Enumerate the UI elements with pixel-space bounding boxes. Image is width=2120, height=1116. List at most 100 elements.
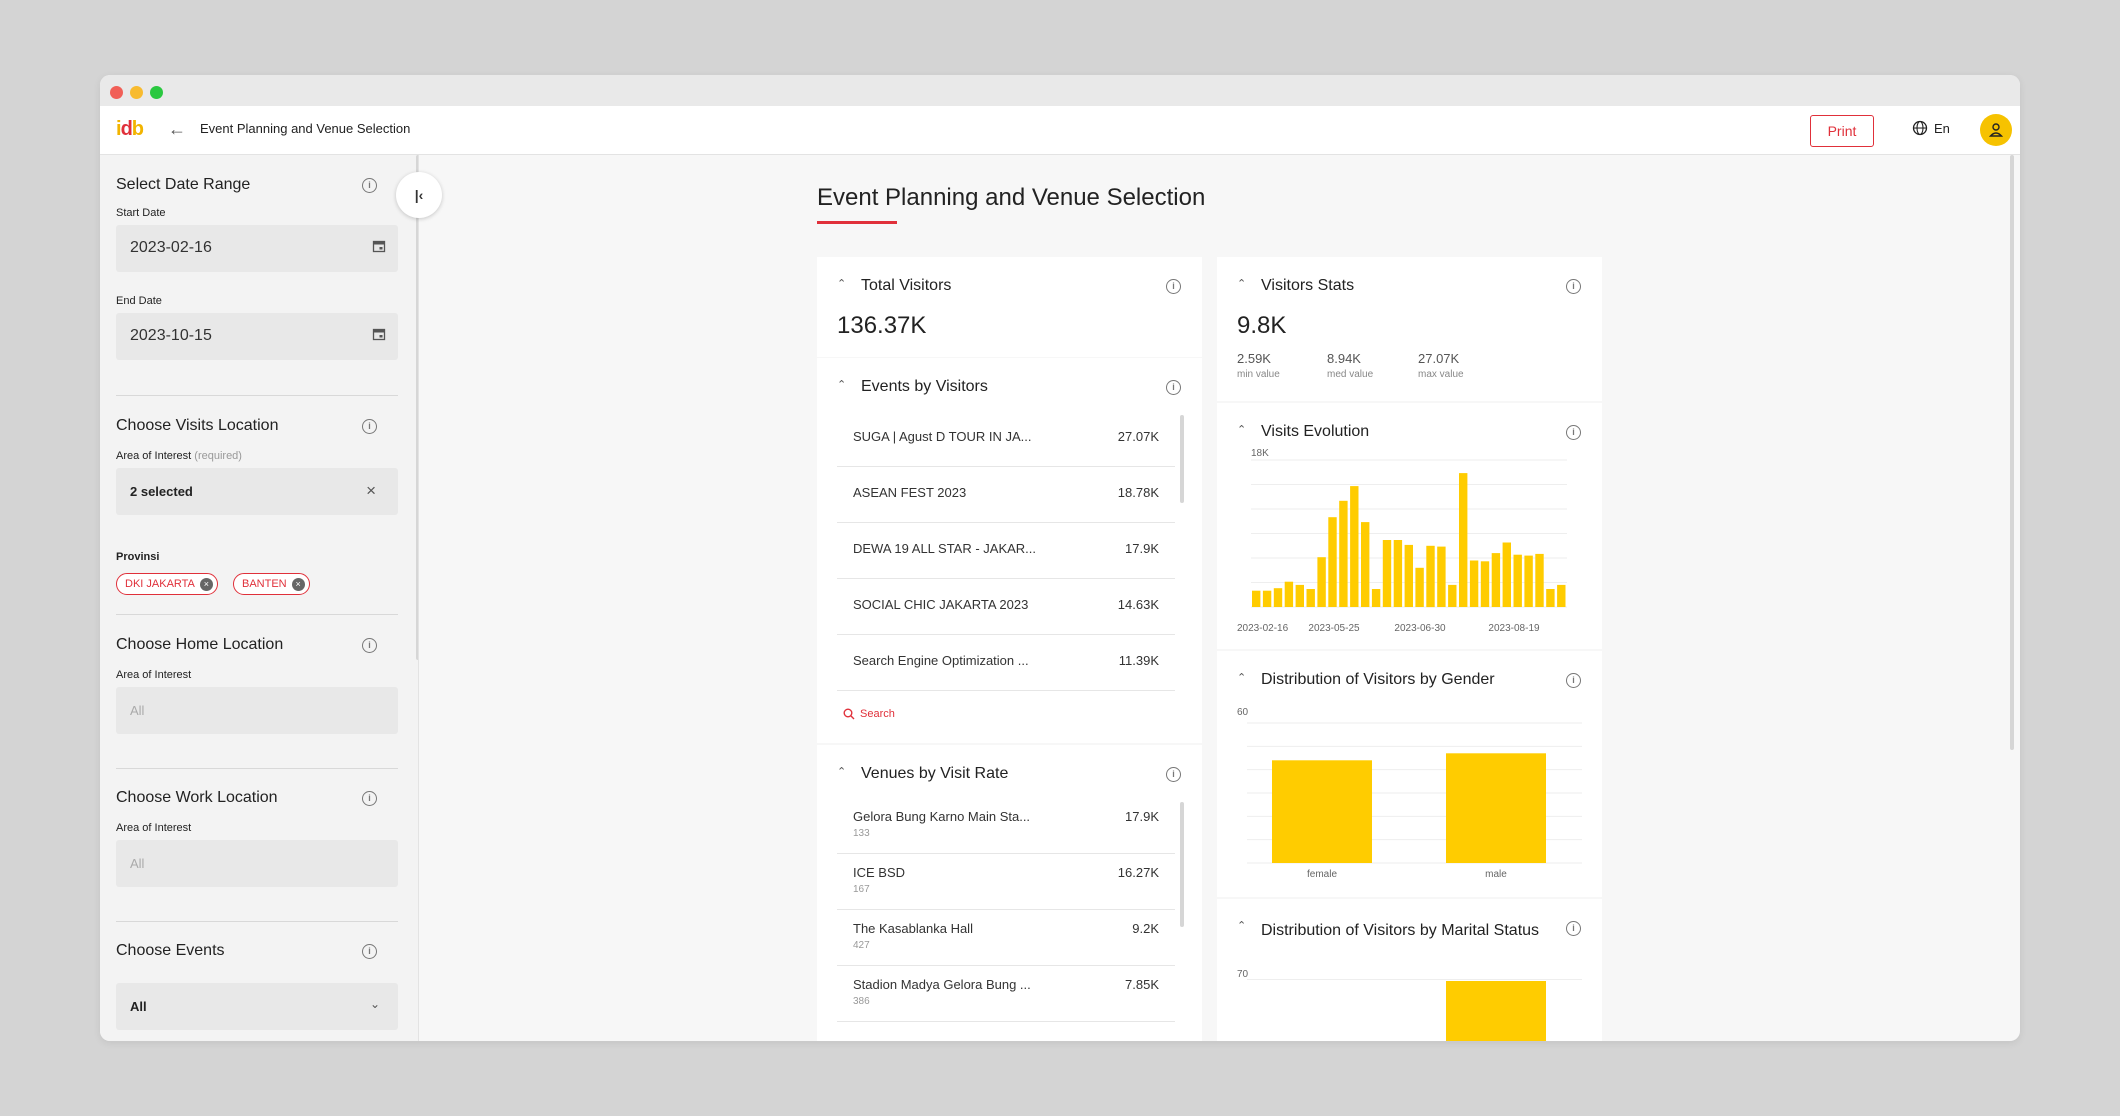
divider (116, 768, 398, 769)
print-button[interactable]: Print (1810, 115, 1874, 147)
list-item[interactable]: Stadion Madya Gelora Bung ... 386 7.85K (837, 965, 1175, 1022)
calendar-icon[interactable] (372, 327, 386, 341)
y-tick-label: 60 (1237, 707, 1249, 718)
collapse-caret-icon[interactable]: ⌃ (837, 765, 846, 778)
list-item[interactable]: ICE BSD 167 16.27K (837, 853, 1175, 910)
bar (1459, 473, 1468, 607)
collapse-caret-icon[interactable]: ⌃ (1237, 423, 1246, 436)
bar (1546, 589, 1555, 607)
visits-location-select[interactable]: 2 selected × (116, 468, 398, 515)
list-item[interactable]: SUGA | Agust D TOUR IN JA... 27.07K (837, 410, 1175, 467)
info-icon[interactable]: i (1166, 279, 1181, 294)
clear-selection-icon[interactable]: × (366, 481, 376, 501)
close-window-icon[interactable] (110, 86, 123, 99)
venue-name: ICE BSD (853, 865, 906, 880)
app-window: idb ← Event Planning and Venue Selection… (100, 75, 2020, 1041)
remove-chip-icon[interactable]: × (291, 577, 305, 591)
events-value: All (130, 999, 147, 1014)
maximize-window-icon[interactable] (150, 86, 163, 99)
end-date-value: 2023-10-15 (130, 327, 212, 344)
event-name: SUGA | Agust D TOUR IN JA... (853, 429, 1032, 444)
collapse-caret-icon[interactable]: ⌃ (1237, 919, 1246, 932)
collapse-caret-icon[interactable]: ⌃ (1237, 277, 1246, 290)
divider (116, 395, 398, 396)
language-selector[interactable]: En (1912, 120, 1950, 136)
list-item[interactable]: Gelora Bung Karno Main Sta... 133 17.9K (837, 797, 1175, 854)
list-item[interactable]: DEWA 19 ALL STAR - JAKAR... 17.9K (837, 522, 1175, 579)
list-scrollbar[interactable] (1180, 802, 1184, 927)
visitors-stats-card: ⌃ Visitors Stats i 9.8K 2.59K min value … (1217, 257, 1602, 401)
bar (1252, 590, 1261, 607)
stat-value: 8.94K (1327, 351, 1361, 366)
venue-count: 427 (853, 940, 870, 951)
start-date-field[interactable]: 2023-02-16 (116, 225, 398, 272)
venue-visitors: 17.9K (1125, 809, 1159, 824)
info-icon[interactable]: i (362, 638, 377, 653)
bar (1350, 486, 1359, 607)
list-item[interactable]: Search Engine Optimization ... 11.39K (837, 634, 1175, 691)
card-title: Distribution of Visitors by Gender (1261, 671, 1495, 688)
info-icon[interactable]: i (1166, 380, 1181, 395)
total-visitors-card: ⌃ Total Visitors i 136.37K (817, 257, 1202, 357)
info-icon[interactable]: i (362, 944, 377, 959)
back-arrow-icon[interactable]: ← (166, 118, 188, 140)
work-location-select[interactable]: All (116, 840, 398, 887)
end-date-label: End Date (116, 295, 162, 307)
x-tick-label: female (1307, 869, 1337, 880)
chevron-down-icon[interactable]: ⌄ (370, 997, 380, 1011)
visits-evolution-card: ⌃ Visits Evolution i 18K 2023-02-16 2023-0… (1217, 403, 1602, 649)
venue-visitors: 16.27K (1117, 865, 1159, 880)
user-icon (1988, 123, 2004, 137)
end-date-field[interactable]: 2023-10-15 (116, 313, 398, 360)
bar (1524, 555, 1533, 607)
card-title: Visits Evolution (1261, 423, 1370, 440)
home-location-value: All (130, 703, 145, 718)
search-link[interactable]: Search (843, 708, 895, 720)
bar (1404, 544, 1413, 607)
collapse-caret-icon[interactable]: ⌃ (837, 277, 846, 290)
bar (1328, 517, 1337, 607)
user-avatar[interactable] (1980, 114, 2012, 146)
x-tick-label: 2023-06-30 (1394, 623, 1446, 634)
app-logo[interactable]: idb (116, 118, 144, 140)
collapse-caret-icon[interactable]: ⌃ (1237, 671, 1246, 684)
list-item[interactable]: The Kasablanka Hall 427 9.2K (837, 909, 1175, 966)
visits-location-title: Choose Visits Location (116, 417, 279, 434)
info-icon[interactable]: i (1166, 767, 1181, 782)
list-item[interactable]: ASEAN FEST 2023 18.78K (837, 466, 1175, 523)
venue-name: The Kasablanka Hall (853, 921, 973, 936)
stat-value: 27.07K (1418, 351, 1460, 366)
info-icon[interactable]: i (1566, 425, 1581, 440)
work-location-value: All (130, 856, 145, 871)
info-icon[interactable]: i (1566, 673, 1581, 688)
sidebar-scrollbar[interactable] (416, 155, 418, 660)
info-icon[interactable]: i (1566, 279, 1581, 294)
bar (1535, 553, 1544, 607)
event-visitors: 11.39K (1118, 653, 1159, 668)
info-icon[interactable]: i (362, 178, 377, 193)
bar (1273, 588, 1283, 607)
list-item[interactable]: SOCIAL CHIC JAKARTA 2023 14.63K (837, 578, 1175, 635)
total-visitors-value: 136.37K (837, 312, 927, 339)
info-icon[interactable]: i (362, 791, 377, 806)
info-icon[interactable]: i (362, 419, 377, 434)
bar (1469, 560, 1479, 607)
collapse-sidebar-button[interactable]: |‹ (396, 172, 442, 218)
remove-chip-icon[interactable]: × (199, 577, 213, 591)
marital-bar (1446, 981, 1546, 1041)
event-name: Search Engine Optimization ... (853, 653, 1029, 668)
home-location-select[interactable]: All (116, 687, 398, 734)
list-scrollbar[interactable] (1180, 415, 1184, 503)
minimize-window-icon[interactable] (130, 86, 143, 99)
stat-label: max value (1418, 369, 1464, 380)
province-chip[interactable]: DKI JAKARTA × (116, 573, 218, 595)
events-select[interactable]: All ⌄ (116, 983, 398, 1030)
info-icon[interactable]: i (1566, 921, 1581, 936)
bar (1480, 561, 1490, 607)
x-tick-label: male (1485, 869, 1507, 880)
collapse-caret-icon[interactable]: ⌃ (837, 378, 846, 391)
province-chip[interactable]: BANTEN × (233, 573, 310, 595)
calendar-icon[interactable] (372, 239, 386, 253)
main-scrollbar[interactable] (2010, 155, 2014, 750)
marital-distribution-card: ⌃ Distribution of Visitors by Marital St… (1217, 899, 1602, 1041)
